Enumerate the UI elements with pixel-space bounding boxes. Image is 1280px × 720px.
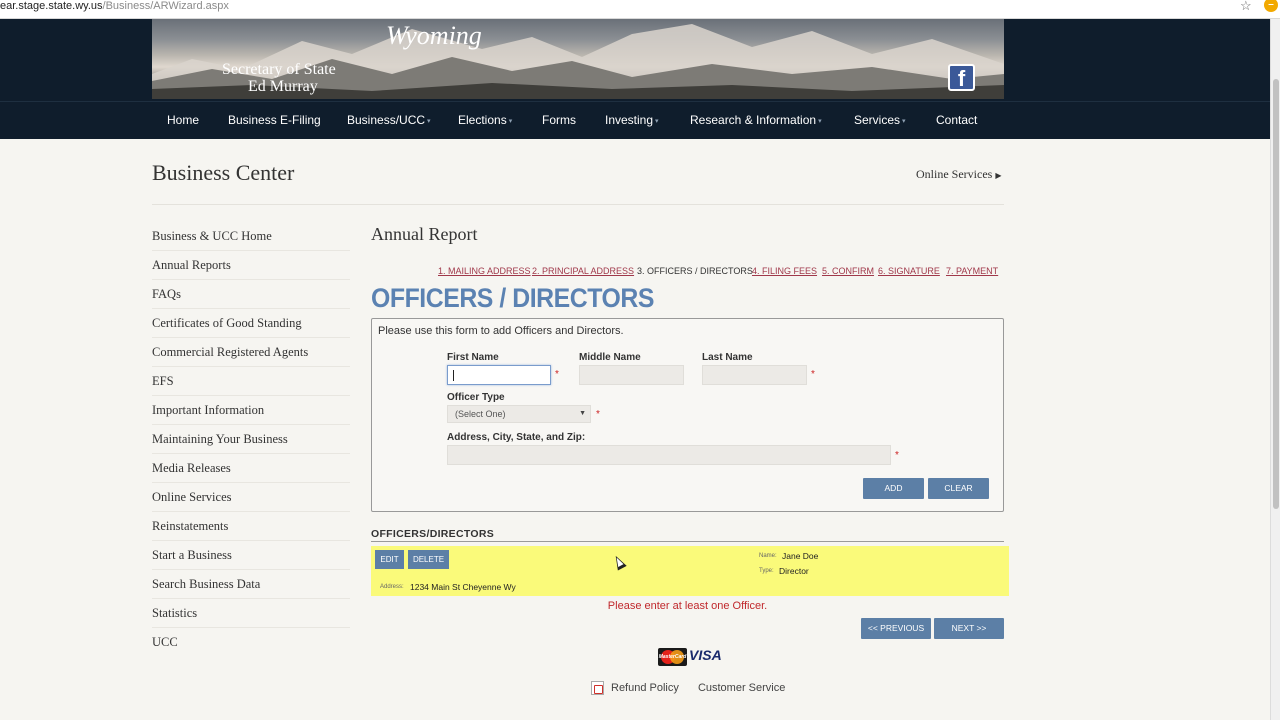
officer-type-label: Officer Type bbox=[447, 392, 505, 403]
sidebar-item-annual-reports[interactable]: Annual Reports bbox=[152, 251, 350, 280]
sidebar-item-certificates[interactable]: Certificates of Good Standing bbox=[152, 309, 350, 338]
chevron-down-icon: ▼ bbox=[579, 410, 586, 417]
facebook-icon[interactable]: f bbox=[948, 64, 975, 91]
step-signature[interactable]: 6. SIGNATURE bbox=[878, 266, 940, 276]
sidebar-item-faqs[interactable]: FAQs bbox=[152, 280, 350, 309]
nav-item-services[interactable]: Services ▾ bbox=[854, 113, 906, 127]
officer-address: 1234 Main St Cheyenne Wy bbox=[410, 582, 516, 592]
delete-button[interactable]: DELETE bbox=[408, 550, 449, 569]
officer-address-label: Address: bbox=[380, 584, 404, 590]
chevron-down-icon: ▾ bbox=[508, 117, 513, 125]
visa-icon: VISA bbox=[689, 647, 722, 663]
sidebar-item-registered-agents[interactable]: Commercial Registered Agents bbox=[152, 338, 350, 367]
nav-item-research-information[interactable]: Research & Information ▾ bbox=[690, 113, 822, 127]
first-name-label: First Name bbox=[447, 352, 499, 363]
wyoming-logo-text: Wyoming bbox=[386, 21, 482, 50]
sidebar-item-business-ucc-home[interactable]: Business & UCC Home bbox=[152, 222, 350, 251]
step-officers-directors: 3. OFFICERS / DIRECTORS bbox=[637, 266, 753, 276]
officers-divider bbox=[371, 541, 1004, 542]
step-principal-address[interactable]: 2. PRINCIPAL ADDRESS bbox=[532, 266, 634, 276]
refund-policy-link[interactable]: Refund Policy bbox=[611, 682, 679, 694]
officers-list-title: OFFICERS/DIRECTORS bbox=[371, 528, 495, 540]
previous-button[interactable]: << PREVIOUS bbox=[861, 618, 931, 639]
step-filing-fees[interactable]: 4. FILING FEES bbox=[752, 266, 817, 276]
next-button[interactable]: NEXT >> bbox=[934, 618, 1004, 639]
last-name-input[interactable] bbox=[702, 365, 807, 385]
chevron-down-icon: ▾ bbox=[902, 117, 906, 125]
required-marker: * bbox=[811, 369, 815, 380]
first-name-input[interactable] bbox=[447, 365, 551, 385]
required-marker: * bbox=[895, 450, 899, 461]
officer-type-label: Type: bbox=[759, 568, 774, 574]
sidebar-item-search-business-data[interactable]: Search Business Data bbox=[152, 570, 350, 599]
extension-icon[interactable]: – bbox=[1264, 0, 1278, 12]
address-label: Address, City, State, and Zip: bbox=[447, 432, 586, 443]
sidebar-item-maintaining-business[interactable]: Maintaining Your Business bbox=[152, 425, 350, 454]
sidebar-item-statistics[interactable]: Statistics bbox=[152, 599, 350, 628]
nav-item-business-ucc[interactable]: Business/UCC ▾ bbox=[347, 113, 431, 127]
chevron-down-icon: ▾ bbox=[655, 117, 659, 125]
step-payment[interactable]: 7. PAYMENT bbox=[946, 266, 998, 276]
sidebar-item-ucc[interactable]: UCC bbox=[152, 628, 350, 657]
scrollbar-thumb[interactable] bbox=[1273, 79, 1279, 509]
mastercard-icon: MasterCard bbox=[658, 648, 687, 666]
nav-item-forms[interactable]: Forms bbox=[542, 113, 578, 127]
section-title: Annual Report bbox=[371, 224, 478, 244]
nav-item-business-efiling[interactable]: Business E-Filing bbox=[228, 113, 323, 127]
sidebar-item-reinstatements[interactable]: Reinstatements bbox=[152, 512, 350, 541]
customer-service-link[interactable]: Customer Service bbox=[698, 682, 785, 694]
step-mailing-address[interactable]: 1. MAILING ADDRESS bbox=[438, 266, 531, 276]
clear-button[interactable]: CLEAR bbox=[928, 478, 989, 499]
footer-links: Refund Policy Customer Service bbox=[591, 682, 785, 694]
browser-url-bar: ear.stage.state.wy.us/Business/ARWizard.… bbox=[0, 0, 1280, 19]
chevron-down-icon: ▾ bbox=[427, 117, 431, 125]
sidebar-item-efs[interactable]: EFS bbox=[152, 367, 350, 396]
address-input[interactable] bbox=[447, 445, 891, 465]
middle-name-label: Middle Name bbox=[579, 352, 641, 363]
officer-type: Director bbox=[779, 566, 809, 576]
sidebar-item-important-information[interactable]: Important Information bbox=[152, 396, 350, 425]
officer-type-select[interactable]: (Select One) ▼ bbox=[447, 405, 591, 423]
error-message: Please enter at least one Officer. bbox=[607, 600, 768, 612]
office-title-line2: Ed Murray bbox=[248, 78, 318, 95]
page-title: Business Center bbox=[152, 160, 295, 185]
title-divider bbox=[152, 204, 1004, 205]
edit-button[interactable]: EDIT bbox=[375, 550, 404, 569]
main-nav: Home Business E-Filing Business/UCC ▾ Ele… bbox=[0, 101, 1270, 139]
url-text[interactable]: ear.stage.state.wy.us/Business/ARWizard.… bbox=[0, 0, 229, 12]
online-services-link[interactable]: Online Services ▶ bbox=[916, 167, 1001, 182]
caret-right-icon: ▶ bbox=[995, 171, 1002, 180]
step-confirm[interactable]: 5. CONFIRM bbox=[822, 266, 874, 276]
chevron-down-icon: ▾ bbox=[818, 117, 822, 125]
payment-card-logos: MasterCard VISA bbox=[658, 647, 722, 667]
sidebar-item-start-business[interactable]: Start a Business bbox=[152, 541, 350, 570]
sidebar-item-online-services[interactable]: Online Services bbox=[152, 483, 350, 512]
officer-form: Please use this form to add Officers and… bbox=[371, 318, 1004, 512]
officer-name: Jane Doe bbox=[782, 551, 819, 561]
middle-name-input[interactable] bbox=[579, 365, 684, 385]
officers-heading: OFFICERS / DIRECTORS bbox=[371, 283, 654, 313]
page-scrollbar[interactable] bbox=[1270, 19, 1280, 720]
nav-item-contact[interactable]: Contact bbox=[936, 113, 979, 127]
table-row: EDIT DELETE Name: Jane Doe Type: Directo… bbox=[371, 546, 1009, 596]
star-icon[interactable]: ☆ bbox=[1240, 0, 1252, 12]
add-button[interactable]: ADD bbox=[863, 478, 924, 499]
nav-item-elections[interactable]: Elections ▾ bbox=[458, 113, 512, 127]
required-marker: * bbox=[596, 409, 600, 420]
nav-item-home[interactable]: Home bbox=[167, 113, 201, 127]
url-path: /Business/ARWizard.aspx bbox=[102, 0, 229, 12]
url-host: ear.stage.state.wy.us bbox=[0, 0, 103, 12]
mastercard-text: MasterCard bbox=[658, 654, 687, 660]
sidebar-item-media-releases[interactable]: Media Releases bbox=[152, 454, 350, 483]
office-title-line1: Secretary of State bbox=[222, 61, 336, 78]
officer-name-label: Name: bbox=[759, 553, 777, 559]
last-name-label: Last Name bbox=[702, 352, 753, 363]
required-marker: * bbox=[555, 369, 559, 380]
form-intro: Please use this form to add Officers and… bbox=[378, 325, 624, 337]
nav-item-investing[interactable]: Investing ▾ bbox=[605, 113, 659, 127]
